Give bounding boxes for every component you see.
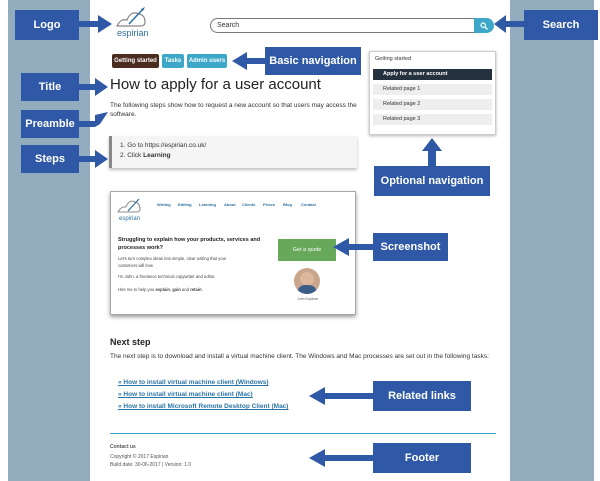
search-arrow-icon [494, 15, 524, 33]
footer-arrow-icon [309, 449, 373, 467]
basic-nav-arrow-icon [232, 52, 265, 70]
optional-nav-arrow-icon [422, 138, 442, 166]
steps-arrow-icon [79, 150, 108, 168]
preamble-arrow-icon [79, 112, 108, 127]
logo-arrow-icon [79, 15, 112, 33]
annotation-arrows [79, 15, 524, 467]
title-arrow-icon [79, 78, 108, 96]
screenshot-arrow-icon [333, 238, 373, 256]
related-links-arrow-icon [309, 387, 373, 405]
